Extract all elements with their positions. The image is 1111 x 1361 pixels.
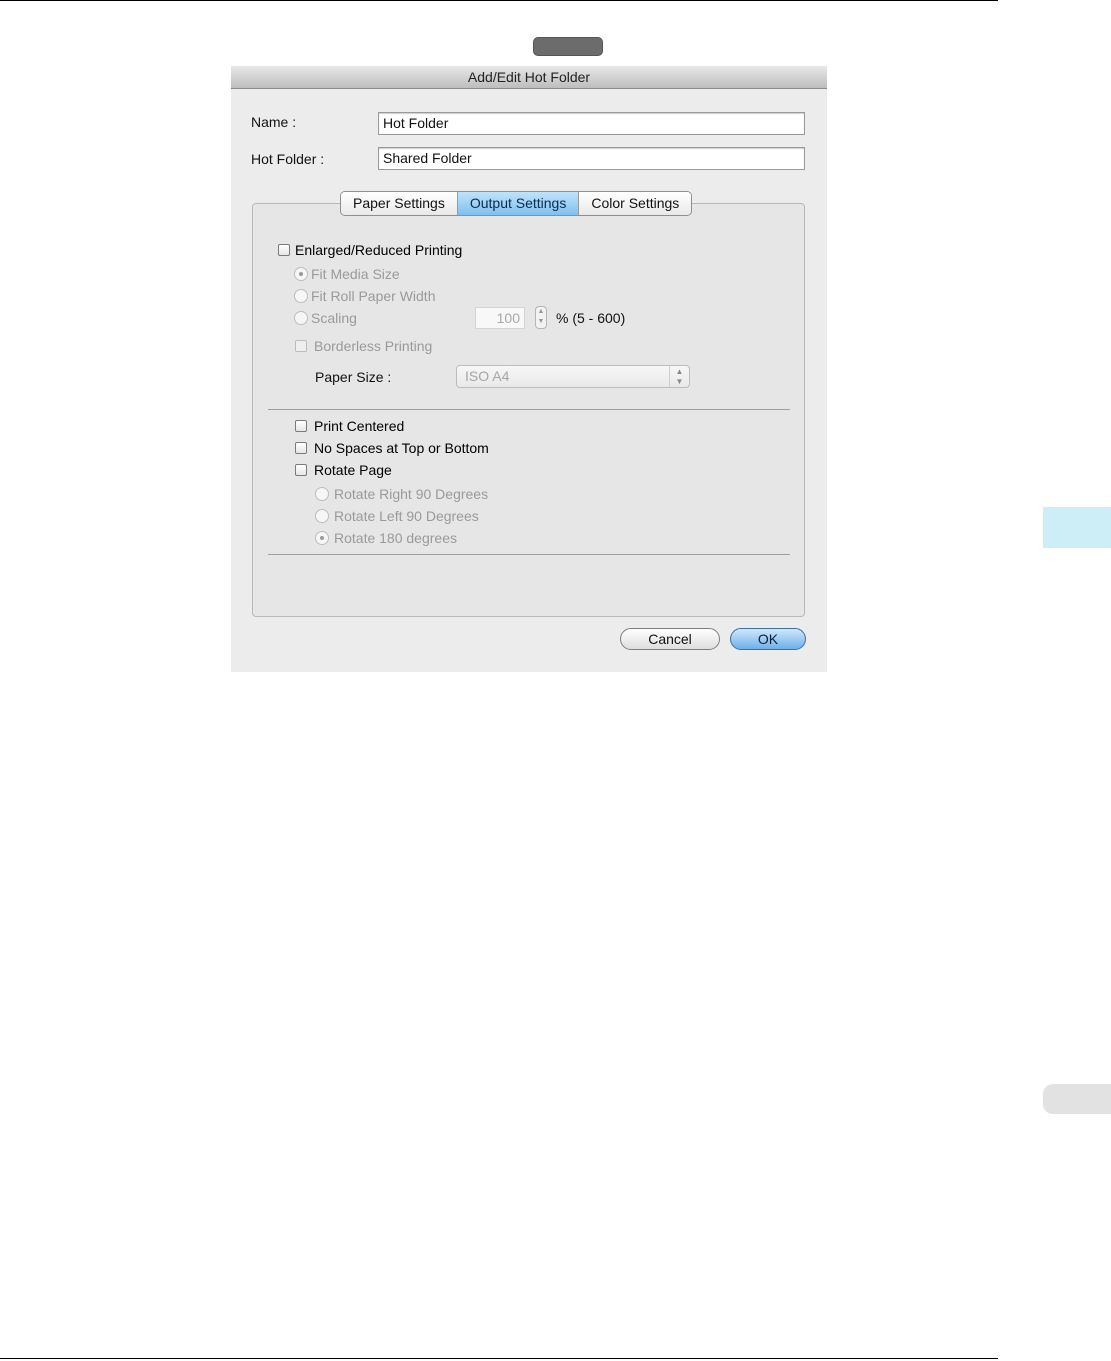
section-tab-marker bbox=[533, 37, 603, 56]
rotate-page-checkbox[interactable] bbox=[295, 464, 307, 476]
scaling-input[interactable]: 100 bbox=[475, 307, 525, 329]
rotate-right-label: Rotate Right 90 Degrees bbox=[334, 486, 489, 502]
enlarged-reduced-row[interactable]: Enlarged/Reduced Printing bbox=[278, 242, 462, 258]
rotate-right-row[interactable]: Rotate Right 90 Degrees bbox=[315, 486, 488, 502]
tab-output-settings[interactable]: Output Settings bbox=[457, 192, 580, 215]
rotate-180-row[interactable]: Rotate 180 degrees bbox=[315, 530, 457, 546]
settings-tabs: Paper Settings Output Settings Color Set… bbox=[340, 191, 693, 216]
hot-folder-label: Hot Folder : bbox=[251, 151, 325, 167]
fit-media-size-radio[interactable] bbox=[294, 267, 308, 281]
print-centered-row[interactable]: Print Centered bbox=[295, 418, 404, 434]
section-divider bbox=[268, 554, 790, 555]
fit-roll-paper-width-label: Fit Roll Paper Width bbox=[311, 288, 436, 304]
chapter-side-tab bbox=[1043, 507, 1111, 548]
paper-size-select[interactable]: ISO A4 ▲ ▼ bbox=[456, 365, 690, 388]
rotate-right-radio[interactable] bbox=[315, 487, 329, 501]
no-spaces-checkbox[interactable] bbox=[295, 442, 307, 454]
print-centered-checkbox[interactable] bbox=[295, 420, 307, 432]
section-divider bbox=[268, 409, 790, 410]
paper-size-label: Paper Size : bbox=[315, 369, 392, 385]
enlarged-reduced-checkbox[interactable] bbox=[278, 244, 290, 256]
name-field[interactable]: Hot Folder bbox=[378, 112, 805, 135]
rotate-page-label: Rotate Page bbox=[314, 462, 392, 478]
scaling-range-label: % (5 - 600) bbox=[556, 310, 626, 326]
add-edit-hot-folder-dialog: Add/Edit Hot Folder Name : Hot Folder Ho… bbox=[231, 66, 827, 672]
no-spaces-row[interactable]: No Spaces at Top or Bottom bbox=[295, 440, 489, 456]
borderless-printing-checkbox[interactable] bbox=[295, 340, 307, 352]
rotate-180-label: Rotate 180 degrees bbox=[334, 530, 457, 546]
page-bottom-rule bbox=[0, 1358, 998, 1359]
dialog-title: Add/Edit Hot Folder bbox=[231, 66, 827, 89]
rotate-page-row[interactable]: Rotate Page bbox=[295, 462, 392, 478]
borderless-printing-label: Borderless Printing bbox=[314, 338, 433, 354]
tab-color-settings[interactable]: Color Settings bbox=[579, 192, 692, 215]
fit-media-size-row[interactable]: Fit Media Size bbox=[294, 266, 400, 282]
ok-button[interactable]: OK bbox=[730, 628, 806, 650]
fit-roll-paper-width-radio[interactable] bbox=[294, 289, 308, 303]
fit-roll-paper-width-row[interactable]: Fit Roll Paper Width bbox=[294, 288, 435, 304]
name-label: Name : bbox=[251, 114, 297, 130]
paper-size-value: ISO A4 bbox=[465, 368, 510, 384]
cancel-button[interactable]: Cancel bbox=[620, 628, 720, 650]
enlarged-reduced-label: Enlarged/Reduced Printing bbox=[295, 242, 463, 258]
scaling-row[interactable]: Scaling bbox=[294, 310, 357, 326]
rotate-left-label: Rotate Left 90 Degrees bbox=[334, 508, 479, 524]
page-top-rule bbox=[0, 0, 998, 1]
hot-folder-field[interactable]: Shared Folder bbox=[378, 147, 805, 170]
fit-media-size-label: Fit Media Size bbox=[311, 266, 400, 282]
scaling-radio[interactable] bbox=[294, 311, 308, 325]
select-arrows-icon: ▲ ▼ bbox=[669, 366, 689, 387]
tab-paper-settings[interactable]: Paper Settings bbox=[341, 192, 458, 215]
borderless-printing-row[interactable]: Borderless Printing bbox=[295, 338, 432, 354]
no-spaces-label: No Spaces at Top or Bottom bbox=[314, 440, 489, 456]
rotate-left-row[interactable]: Rotate Left 90 Degrees bbox=[315, 508, 479, 524]
scaling-stepper[interactable]: ▲ ▼ bbox=[535, 306, 547, 329]
side-index-tab bbox=[1043, 1084, 1111, 1114]
rotate-180-radio[interactable] bbox=[315, 531, 329, 545]
scaling-label: Scaling bbox=[311, 310, 357, 326]
print-centered-label: Print Centered bbox=[314, 418, 405, 434]
rotate-left-radio[interactable] bbox=[315, 509, 329, 523]
